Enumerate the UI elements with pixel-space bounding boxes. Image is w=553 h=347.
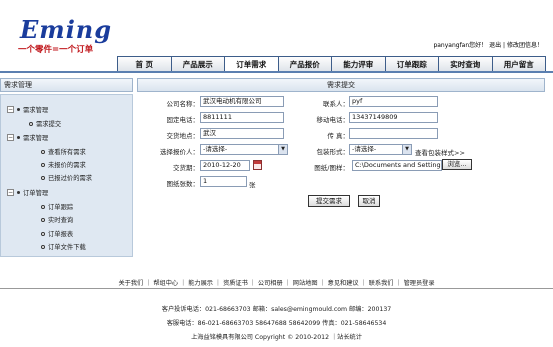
- drawing-label: 图纸/图样：: [314, 164, 349, 172]
- sidebar-group-demand[interactable]: − 需求管理: [7, 105, 48, 114]
- sidebar-title: 需求管理: [0, 78, 133, 92]
- sidebar-item-label: 已报过价的需求: [48, 175, 93, 182]
- date-label: 交货期：: [173, 164, 199, 172]
- sidebar-group-orders[interactable]: − 订单管理: [7, 188, 48, 197]
- drawing-count-field[interactable]: 1: [200, 176, 247, 187]
- sidebar-item-realtime[interactable]: 实时查询: [41, 215, 73, 224]
- phone-label: 固定电话：: [166, 116, 200, 124]
- fax-field[interactable]: [349, 128, 438, 139]
- form-title: 需求提交: [137, 78, 545, 92]
- collapse-icon[interactable]: −: [7, 134, 14, 141]
- circle-icon: [41, 175, 45, 180]
- nav-tracking[interactable]: 订单跟踪: [384, 56, 438, 72]
- pack-style-link[interactable]: 查看包装样式>>: [415, 147, 465, 157]
- calendar-icon[interactable]: [253, 160, 262, 170]
- user-greeting: panyangfan您好！: [433, 42, 488, 49]
- delivery-place-field[interactable]: 武汉: [200, 128, 284, 139]
- pack-label: 包装形式：: [316, 148, 350, 156]
- sidebar-item-unquoted[interactable]: 未报价的需求: [41, 160, 86, 169]
- footer-links[interactable]: 关于我们 ｜ 帮组中心 ｜ 能力展示 ｜ 资质证书 ｜ 公司相册 ｜ 网站地图 …: [0, 278, 553, 287]
- chevron-down-icon[interactable]: ▼: [278, 145, 287, 154]
- nav-quotes[interactable]: 产品报价: [277, 56, 331, 72]
- nav-home[interactable]: 首 页: [117, 56, 171, 72]
- sidebar-item-label: 需求管理: [23, 107, 49, 114]
- company-label: 公司名称：: [166, 100, 200, 108]
- nav-messages[interactable]: 用户留言: [491, 56, 546, 72]
- browse-button[interactable]: 浏览...: [442, 159, 472, 170]
- submit-button[interactable]: 提交需求: [308, 195, 350, 207]
- logo-slogan: 一个零件=一个订单: [18, 45, 94, 55]
- contact-label: 联系人：: [323, 100, 349, 108]
- drawing-file-field[interactable]: C:\Documents and Setting: [352, 160, 442, 171]
- footer-copyright: 上海益铭模具有限公司 Copyright © 2010-2012 ｜站长统计: [191, 334, 362, 341]
- mobile-label: 移动电话：: [316, 116, 350, 124]
- circle-icon: [41, 204, 45, 209]
- main-nav: 首 页 产品展示 订单需求 产品报价 能力评审 订单跟踪 实时查询 用户留言: [117, 56, 546, 72]
- userbar: panyangfan您好！ 退出 | 修改团信息！: [433, 40, 543, 49]
- nav-products[interactable]: 产品展示: [170, 56, 224, 72]
- sidebar-item-label: 需求管理: [23, 135, 49, 142]
- sidebar-item-label: 需求提交: [36, 121, 62, 128]
- circle-icon: [41, 231, 45, 236]
- cancel-button[interactable]: 取消: [358, 195, 380, 207]
- sidebar-group-demand-manage[interactable]: − 需求管理: [7, 133, 48, 142]
- company-field[interactable]: 武汉电动机有限公司: [200, 96, 284, 107]
- footer-divider: [0, 288, 553, 289]
- sidebar-item-label: 订单跟踪: [48, 204, 74, 211]
- count-label: 图纸张数：: [166, 180, 200, 188]
- collapse-icon[interactable]: −: [7, 106, 14, 113]
- contact-field[interactable]: pyf: [349, 96, 438, 107]
- collapse-icon[interactable]: −: [7, 189, 14, 196]
- nav-query[interactable]: 实时查询: [438, 56, 492, 72]
- circle-icon: [41, 149, 45, 154]
- pack-select-value: -请选择-: [352, 145, 377, 153]
- sidebar-item-label: 查看所有需求: [48, 149, 86, 156]
- sidebar-item-submit-demand[interactable]: 需求提交: [29, 119, 61, 128]
- quoter-label: 选择报价人：: [160, 148, 199, 156]
- bullet-icon: [17, 108, 20, 111]
- sidebar-item-label: 实时查询: [48, 217, 74, 224]
- fax-label: 传 真：: [327, 132, 349, 140]
- footer-contact: 客户投诉电话：021-68663703 邮箱：sales@emingmould.…: [161, 306, 392, 313]
- chevron-down-icon[interactable]: ▼: [402, 145, 411, 154]
- sidebar-item-order-tracking[interactable]: 订单跟踪: [41, 202, 73, 211]
- nav-divider: [0, 71, 553, 73]
- sidebar-item-label: 未报价的需求: [48, 162, 86, 169]
- count-unit: 张: [249, 181, 256, 189]
- sidebar-item-order-report[interactable]: 订单报表: [41, 229, 73, 238]
- main-panel: 需求提交: [137, 78, 545, 92]
- sidebar-item-label: 订单报表: [48, 231, 74, 238]
- sidebar-item-label: 订单文件下载: [48, 244, 86, 251]
- circle-icon: [41, 162, 45, 167]
- sidebar-item-file-download[interactable]: 订单文件下载: [41, 242, 86, 251]
- logout-link[interactable]: 退出: [489, 42, 501, 49]
- bullet-icon: [17, 136, 20, 139]
- circle-icon: [41, 217, 45, 222]
- logo-text: Eming: [20, 15, 113, 44]
- phone-field[interactable]: 8811111: [200, 112, 284, 123]
- nav-review[interactable]: 能力评审: [331, 56, 385, 72]
- pack-select[interactable]: -请选择- ▼: [349, 144, 412, 155]
- place-label: 交货地点：: [166, 132, 200, 140]
- delivery-date-field[interactable]: 2010-12-20: [200, 160, 250, 171]
- edit-info-link[interactable]: 修改团信息！: [507, 42, 543, 49]
- nav-orders[interactable]: 订单需求: [224, 56, 278, 72]
- bullet-icon: [17, 191, 20, 194]
- sidebar-item-quoted[interactable]: 已报过价的需求: [41, 173, 92, 182]
- quoter-select-value: -请选择-: [203, 145, 228, 153]
- sidebar: − 需求管理 需求提交 − 需求管理 查看所有需求 未报价的需求 已报过价的需求 −…: [0, 94, 133, 257]
- footer-service: 客服电话：86-021-68663703 58647688 58642099 传…: [166, 320, 387, 327]
- sidebar-item-label: 订单管理: [23, 190, 49, 197]
- logo: Eming 一个零件=一个订单: [18, 15, 130, 59]
- quoter-select[interactable]: -请选择- ▼: [200, 144, 288, 155]
- userbar-divider: |: [503, 42, 506, 49]
- mobile-field[interactable]: 13437149809: [349, 112, 438, 123]
- circle-icon: [29, 121, 33, 126]
- circle-icon: [41, 244, 45, 249]
- sidebar-item-all-demands[interactable]: 查看所有需求: [41, 147, 86, 156]
